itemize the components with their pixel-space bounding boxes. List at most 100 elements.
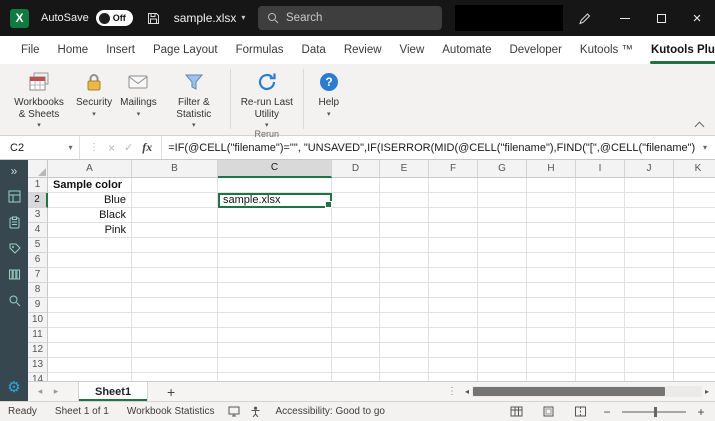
cell-J7[interactable] xyxy=(625,268,674,283)
cell-E14[interactable] xyxy=(380,373,429,381)
cell-K5[interactable] xyxy=(674,238,715,253)
column-header-H[interactable]: H xyxy=(527,160,576,178)
cell-F7[interactable] xyxy=(429,268,478,283)
cell-A2[interactable]: Blue xyxy=(48,193,132,208)
column-header-C[interactable]: C xyxy=(218,160,332,178)
cell-E7[interactable] xyxy=(380,268,429,283)
cell-E11[interactable] xyxy=(380,328,429,343)
column-header-I[interactable]: I xyxy=(576,160,625,178)
cell-K4[interactable] xyxy=(674,223,715,238)
save-button[interactable] xyxy=(147,12,160,25)
cell-G3[interactable] xyxy=(478,208,527,223)
cell-F13[interactable] xyxy=(429,358,478,373)
workbooks-sheets-button[interactable]: Workbooks & Sheets ▾ xyxy=(6,67,72,129)
row-header-4[interactable]: 4 xyxy=(28,223,48,238)
cell-F9[interactable] xyxy=(429,298,478,313)
ink-pen-button[interactable] xyxy=(578,12,591,25)
cell-I12[interactable] xyxy=(576,343,625,358)
cell-C2[interactable]: sample.xlsx xyxy=(218,193,332,208)
expand-formula-bar-icon[interactable]: ▾ xyxy=(695,143,715,152)
cell-B10[interactable] xyxy=(132,313,218,328)
cell-B9[interactable] xyxy=(132,298,218,313)
cell-I13[interactable] xyxy=(576,358,625,373)
insert-function-button[interactable]: fx xyxy=(142,140,152,155)
cell-J13[interactable] xyxy=(625,358,674,373)
name-box-dropdown-icon[interactable]: ▾ xyxy=(62,136,80,159)
name-manager-icon[interactable] xyxy=(8,242,21,255)
cell-D11[interactable] xyxy=(332,328,380,343)
cell-C4[interactable] xyxy=(218,223,332,238)
workbook-statistics-button[interactable]: Workbook Statistics xyxy=(118,406,224,417)
cell-H8[interactable] xyxy=(527,283,576,298)
cell-J9[interactable] xyxy=(625,298,674,313)
row-header-5[interactable]: 5 xyxy=(28,238,48,253)
cell-I11[interactable] xyxy=(576,328,625,343)
search-box[interactable]: Search xyxy=(258,6,442,30)
cell-D1[interactable] xyxy=(332,178,380,193)
cell-C11[interactable] xyxy=(218,328,332,343)
cell-B5[interactable] xyxy=(132,238,218,253)
row-header-2[interactable]: 2 xyxy=(28,193,48,208)
cell-D7[interactable] xyxy=(332,268,380,283)
sheet-nav-left-icon[interactable]: ◂ xyxy=(32,386,48,397)
row-header-7[interactable]: 7 xyxy=(28,268,48,283)
cell-E12[interactable] xyxy=(380,343,429,358)
drag-handle-icon[interactable]: ⋮ xyxy=(89,142,99,153)
cell-C7[interactable] xyxy=(218,268,332,283)
cell-D12[interactable] xyxy=(332,343,380,358)
cell-A12[interactable] xyxy=(48,343,132,358)
cell-I2[interactable] xyxy=(576,193,625,208)
cell-A4[interactable]: Pink xyxy=(48,223,132,238)
cell-I14[interactable] xyxy=(576,373,625,381)
filter-statistic-button[interactable]: Filter & Statistic ▾ xyxy=(161,67,227,129)
scroll-right-icon[interactable]: ▸ xyxy=(705,387,709,396)
cell-D13[interactable] xyxy=(332,358,380,373)
close-button[interactable]: × xyxy=(679,0,715,36)
cell-C5[interactable] xyxy=(218,238,332,253)
cell-E5[interactable] xyxy=(380,238,429,253)
cell-F6[interactable] xyxy=(429,253,478,268)
advanced-find-icon[interactable] xyxy=(8,294,21,307)
cell-H4[interactable] xyxy=(527,223,576,238)
cell-C1[interactable] xyxy=(218,178,332,193)
column-header-E[interactable]: E xyxy=(380,160,429,178)
cell-A11[interactable] xyxy=(48,328,132,343)
cell-F11[interactable] xyxy=(429,328,478,343)
tab-home[interactable]: Home xyxy=(49,36,98,64)
zoom-slider-knob[interactable] xyxy=(654,406,657,417)
tab-kutools-plus[interactable]: Kutools Plus xyxy=(642,36,715,64)
cell-I7[interactable] xyxy=(576,268,625,283)
workbook-sheet-icon[interactable] xyxy=(8,190,21,203)
column-header-D[interactable]: D xyxy=(332,160,380,178)
sheet-tab-sheet1[interactable]: Sheet1 xyxy=(78,382,149,401)
cell-K2[interactable] xyxy=(674,193,715,208)
cell-C10[interactable] xyxy=(218,313,332,328)
row-header-3[interactable]: 3 xyxy=(28,208,48,223)
cell-I3[interactable] xyxy=(576,208,625,223)
cell-I10[interactable] xyxy=(576,313,625,328)
cell-G2[interactable] xyxy=(478,193,527,208)
cell-J12[interactable] xyxy=(625,343,674,358)
cell-K10[interactable] xyxy=(674,313,715,328)
cell-H13[interactable] xyxy=(527,358,576,373)
column-header-G[interactable]: G xyxy=(478,160,527,178)
cell-A8[interactable] xyxy=(48,283,132,298)
cell-F5[interactable] xyxy=(429,238,478,253)
cell-D4[interactable] xyxy=(332,223,380,238)
cell-J4[interactable] xyxy=(625,223,674,238)
row-header-9[interactable]: 9 xyxy=(28,298,48,313)
cell-D9[interactable] xyxy=(332,298,380,313)
cell-B8[interactable] xyxy=(132,283,218,298)
cancel-entry-icon[interactable]: × xyxy=(108,141,115,155)
scroll-left-icon[interactable]: ◂ xyxy=(465,387,469,396)
cell-J10[interactable] xyxy=(625,313,674,328)
cell-B14[interactable] xyxy=(132,373,218,381)
cell-H3[interactable] xyxy=(527,208,576,223)
cell-G14[interactable] xyxy=(478,373,527,381)
cell-F8[interactable] xyxy=(429,283,478,298)
cell-B3[interactable] xyxy=(132,208,218,223)
cell-H5[interactable] xyxy=(527,238,576,253)
cell-J11[interactable] xyxy=(625,328,674,343)
tab-file[interactable]: File xyxy=(12,36,49,64)
cell-B4[interactable] xyxy=(132,223,218,238)
